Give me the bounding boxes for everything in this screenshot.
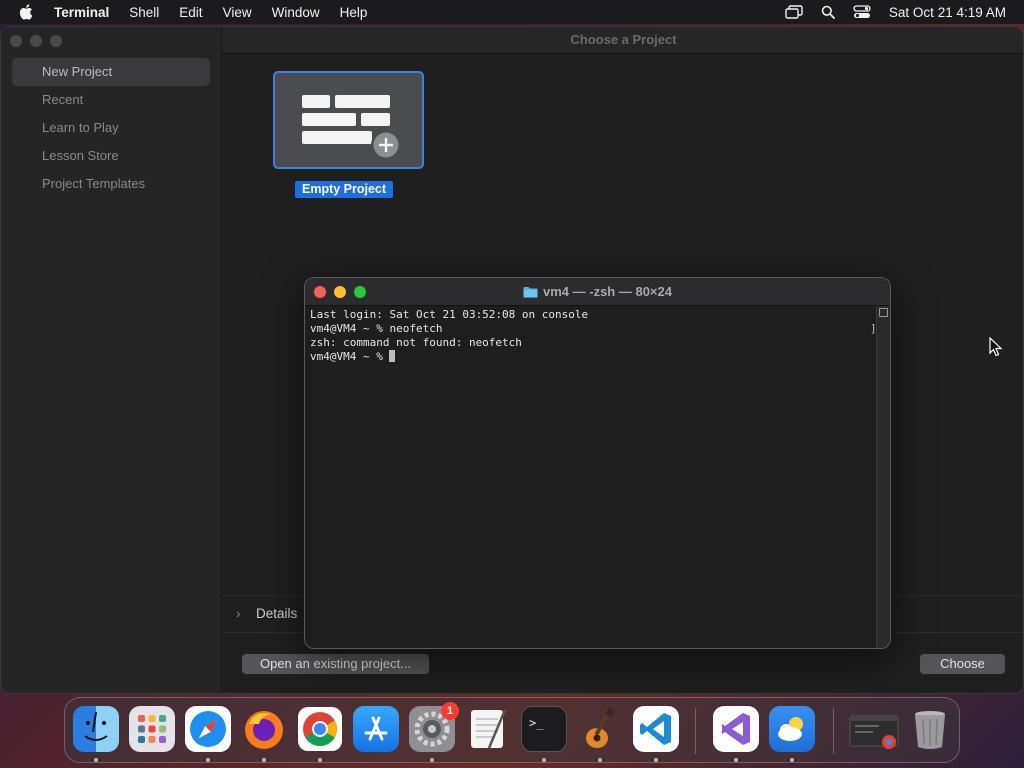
trash-icon[interactable]: [907, 706, 953, 752]
sidebar: New Project Recent Learn to Play Lesson …: [1, 27, 222, 693]
details-label: Details: [256, 606, 298, 621]
control-center-icon[interactable]: [853, 5, 871, 19]
dock-separator: [695, 708, 696, 754]
mouse-pointer-icon: [989, 337, 1003, 357]
terminal-window-controls: [314, 286, 366, 298]
open-existing-project-button[interactable]: Open an existing project...: [242, 654, 429, 674]
screen-mirroring-icon[interactable]: [785, 5, 803, 19]
terminal-cursor: [389, 350, 396, 362]
terminal-prompt: vm4@VM4 ~ %: [310, 350, 390, 363]
terminal-output[interactable]: Last login: Sat Oct 21 03:52:08 on conso…: [310, 308, 875, 646]
terminal-close-button[interactable]: [314, 286, 326, 298]
apple-menu-icon[interactable]: [18, 3, 36, 21]
window-controls-inactive: [10, 35, 62, 47]
sidebar-item-project-templates[interactable]: Project Templates: [12, 170, 210, 198]
terminal-scrollbar[interactable]: [876, 306, 890, 648]
textedit-icon[interactable]: [465, 706, 511, 752]
terminal-window[interactable]: vm4 — -zsh — 80×24 Last login: Sat Oct 2…: [304, 277, 891, 649]
sidebar-list: New Project Recent Learn to Play Lesson …: [12, 58, 210, 198]
visual-studio-icon[interactable]: [713, 706, 759, 752]
empty-project-tile[interactable]: [273, 71, 424, 169]
running-indicator: [598, 758, 602, 762]
menu-shell[interactable]: Shell: [129, 5, 159, 20]
app-store-icon[interactable]: [353, 706, 399, 752]
terminal-line: Last login: Sat Oct 21 03:52:08 on conso…: [310, 308, 589, 321]
menu-edit[interactable]: Edit: [179, 5, 202, 20]
running-indicator: [318, 758, 322, 762]
launchpad-icon[interactable]: [129, 706, 175, 752]
menu-window[interactable]: Window: [272, 5, 320, 20]
search-icon[interactable]: [821, 5, 835, 19]
sidebar-item-recent[interactable]: Recent: [12, 86, 210, 114]
dock-separator: [833, 708, 834, 754]
chevron-right-icon: ›: [236, 606, 241, 621]
menu-bar: Terminal Shell Edit View Window Help Sat…: [0, 0, 1024, 24]
sidebar-item-learn-to-play[interactable]: Learn to Play: [12, 114, 210, 142]
terminal-titlebar[interactable]: vm4 — -zsh — 80×24: [305, 278, 890, 306]
firefox-icon[interactable]: [241, 706, 287, 752]
running-indicator: [654, 758, 658, 762]
terminal-line: vm4@VM4 ~ % neofetch: [310, 322, 443, 335]
terminal-icon[interactable]: >_: [521, 706, 567, 752]
running-indicator: [430, 758, 434, 762]
terminal-title: vm4 — -zsh — 80×24: [543, 284, 672, 299]
svg-text:>_: >_: [529, 716, 544, 730]
safari-icon[interactable]: [185, 706, 231, 752]
notification-badge: 1: [441, 702, 459, 720]
menu-help[interactable]: Help: [340, 5, 368, 20]
running-indicator: [542, 758, 546, 762]
zoom-button[interactable]: [50, 35, 62, 47]
sidebar-item-lesson-store[interactable]: Lesson Store: [12, 142, 210, 170]
weather-icon[interactable]: [769, 706, 815, 752]
chrome-app-window-icon[interactable]: [849, 706, 899, 752]
terminal-split-icon[interactable]: [879, 308, 888, 317]
running-indicator: [94, 758, 98, 762]
terminal-zoom-button[interactable]: [354, 286, 366, 298]
page-title: Choose a Project: [222, 27, 1023, 54]
empty-project-icon: [302, 95, 401, 160]
garageband-icon[interactable]: [577, 706, 623, 752]
empty-project-label[interactable]: Empty Project: [295, 181, 394, 198]
minimize-button[interactable]: [30, 35, 42, 47]
menu-app-name[interactable]: Terminal: [54, 5, 109, 20]
running-indicator: [734, 758, 738, 762]
dock: 1 >_: [64, 697, 960, 763]
running-indicator: [206, 758, 210, 762]
terminal-minimize-button[interactable]: [334, 286, 346, 298]
running-indicator: [790, 758, 794, 762]
running-indicator: [262, 758, 266, 762]
chrome-icon[interactable]: [297, 706, 343, 752]
menu-clock[interactable]: Sat Oct 21 4:19 AM: [889, 5, 1006, 20]
terminal-title-wrap: vm4 — -zsh — 80×24: [305, 278, 890, 306]
vscode-icon[interactable]: [633, 706, 679, 752]
terminal-line: zsh: command not found: neofetch: [310, 336, 522, 349]
folder-icon: [523, 287, 538, 298]
choose-button[interactable]: Choose: [920, 654, 1005, 674]
close-button[interactable]: [10, 35, 22, 47]
sidebar-item-new-project[interactable]: New Project: [12, 58, 210, 86]
finder-icon[interactable]: [73, 706, 119, 752]
menu-view[interactable]: View: [223, 5, 252, 20]
